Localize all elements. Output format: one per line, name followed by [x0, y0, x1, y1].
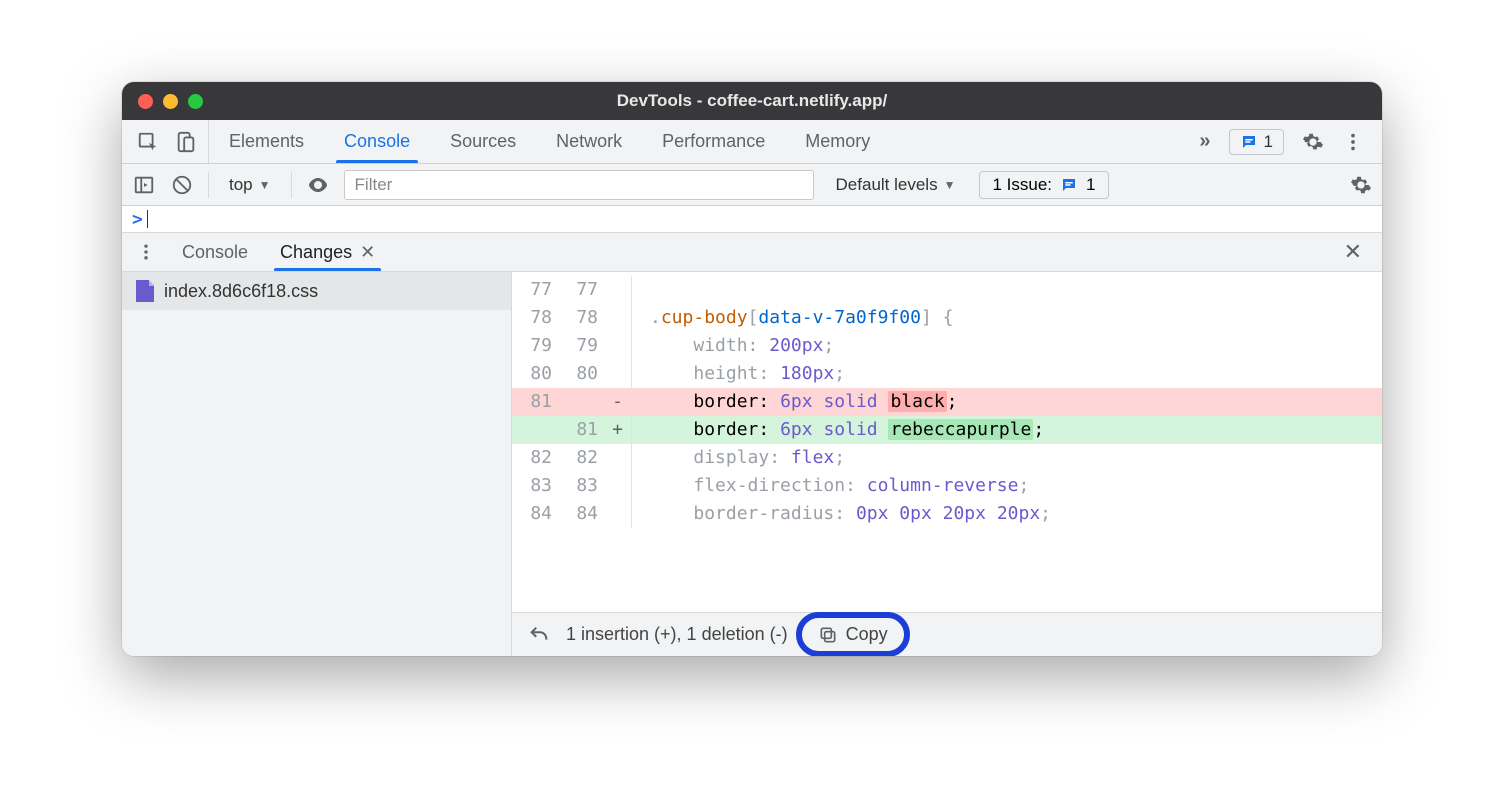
chevron-down-icon: ▼	[944, 178, 956, 192]
diff-row: 81+ border: 6px solid rebeccapurple;	[512, 416, 1382, 444]
gear-icon	[1302, 131, 1324, 153]
console-toolbar: top ▼ Default levels ▼ 1 Issue: 1	[122, 164, 1382, 206]
diff-row: 8080 height: 180px;	[512, 360, 1382, 388]
titlebar: DevTools - coffee-cart.netlify.app/	[122, 82, 1382, 120]
filter-input[interactable]	[344, 170, 814, 200]
diff-row: 81- border: 6px solid black;	[512, 388, 1382, 416]
drawer-more-button[interactable]	[132, 233, 166, 271]
console-prompt[interactable]: >	[122, 206, 1382, 232]
diff-row: 7878.cup-body[data-v-7a0f9f00] {	[512, 304, 1382, 332]
tab-network[interactable]: Network	[536, 120, 642, 163]
diff-row: 7777	[512, 276, 1382, 304]
tab-memory[interactable]: Memory	[785, 120, 890, 163]
tab-performance[interactable]: Performance	[642, 120, 785, 163]
drawer-tab-console[interactable]: Console	[166, 233, 264, 271]
issues-count: 1	[1264, 132, 1273, 152]
tab-sources[interactable]: Sources	[430, 120, 536, 163]
window-close-button[interactable]	[138, 94, 153, 109]
console-settings-button[interactable]	[1350, 174, 1372, 196]
log-levels-selector[interactable]: Default levels ▼	[836, 175, 956, 195]
changes-drawer: index.8d6c6f18.css 77777878.cup-body[dat…	[122, 272, 1382, 656]
inspect-element-icon[interactable]	[136, 130, 160, 154]
issues-indicator[interactable]: 1	[1229, 129, 1284, 155]
undo-icon	[528, 624, 550, 646]
diff-pane: 77777878.cup-body[data-v-7a0f9f00] {7979…	[512, 272, 1382, 656]
message-icon	[1240, 133, 1258, 151]
gear-icon	[1350, 174, 1372, 196]
tab-console[interactable]: Console	[324, 120, 430, 163]
main-tabstrip: ElementsConsoleSourcesNetworkPerformance…	[122, 120, 1382, 164]
window-zoom-button[interactable]	[188, 94, 203, 109]
copy-icon	[818, 625, 838, 645]
overflow-tabs-button[interactable]: »	[1199, 130, 1210, 153]
issue-label: 1 Issue:	[992, 175, 1052, 195]
issue-count: 1	[1086, 175, 1095, 195]
close-icon[interactable]: ✕	[360, 242, 375, 263]
diff-row: 8484 border-radius: 0px 0px 20px 20px;	[512, 500, 1382, 528]
drawer-tab-label: Changes	[280, 242, 352, 263]
text-caret	[147, 210, 148, 228]
revert-button[interactable]	[528, 624, 550, 646]
traffic-lights	[138, 94, 203, 109]
device-toolbar-icon[interactable]	[174, 130, 198, 154]
diff-footer: 1 insertion (+), 1 deletion (-) Copy	[512, 612, 1382, 656]
devtools-window: DevTools - coffee-cart.netlify.app/ Elem…	[122, 82, 1382, 656]
changed-files-list: index.8d6c6f18.css	[122, 272, 512, 656]
levels-label: Default levels	[836, 175, 938, 195]
drawer-close-button[interactable]: ✕	[1334, 233, 1372, 271]
diff-row: 7979 width: 200px;	[512, 332, 1382, 360]
toggle-sidebar-button[interactable]	[132, 173, 156, 197]
message-icon	[1060, 176, 1078, 194]
tab-elements[interactable]: Elements	[209, 120, 324, 163]
issue-counter[interactable]: 1 Issue: 1	[979, 171, 1108, 199]
live-expression-button[interactable]	[306, 173, 330, 197]
css-file-icon	[136, 280, 154, 302]
chevron-down-icon: ▼	[259, 178, 271, 192]
drawer-tabstrip: Console Changes ✕ ✕	[122, 232, 1382, 272]
prompt-chevron-icon: >	[132, 209, 143, 230]
more-menu-button[interactable]	[1342, 131, 1364, 153]
separator	[291, 172, 292, 198]
copy-label: Copy	[846, 624, 888, 645]
separator	[208, 172, 209, 198]
context-label: top	[229, 175, 253, 195]
drawer-tab-changes[interactable]: Changes ✕	[264, 233, 391, 271]
window-title: DevTools - coffee-cart.netlify.app/	[122, 91, 1382, 111]
copy-button[interactable]: Copy	[804, 620, 902, 649]
kebab-icon	[1342, 131, 1364, 153]
file-name: index.8d6c6f18.css	[164, 281, 318, 302]
diff-stats: 1 insertion (+), 1 deletion (-)	[566, 624, 788, 645]
diff-row: 8282 display: flex;	[512, 444, 1382, 472]
clear-console-button[interactable]	[170, 173, 194, 197]
diff-row: 8383 flex-direction: column-reverse;	[512, 472, 1382, 500]
settings-button[interactable]	[1302, 131, 1324, 153]
diff-content[interactable]: 77777878.cup-body[data-v-7a0f9f00] {7979…	[512, 272, 1382, 612]
window-minimize-button[interactable]	[163, 94, 178, 109]
drawer-tab-label: Console	[182, 242, 248, 263]
changed-file-item[interactable]: index.8d6c6f18.css	[122, 272, 511, 310]
context-selector[interactable]: top ▼	[223, 175, 277, 195]
